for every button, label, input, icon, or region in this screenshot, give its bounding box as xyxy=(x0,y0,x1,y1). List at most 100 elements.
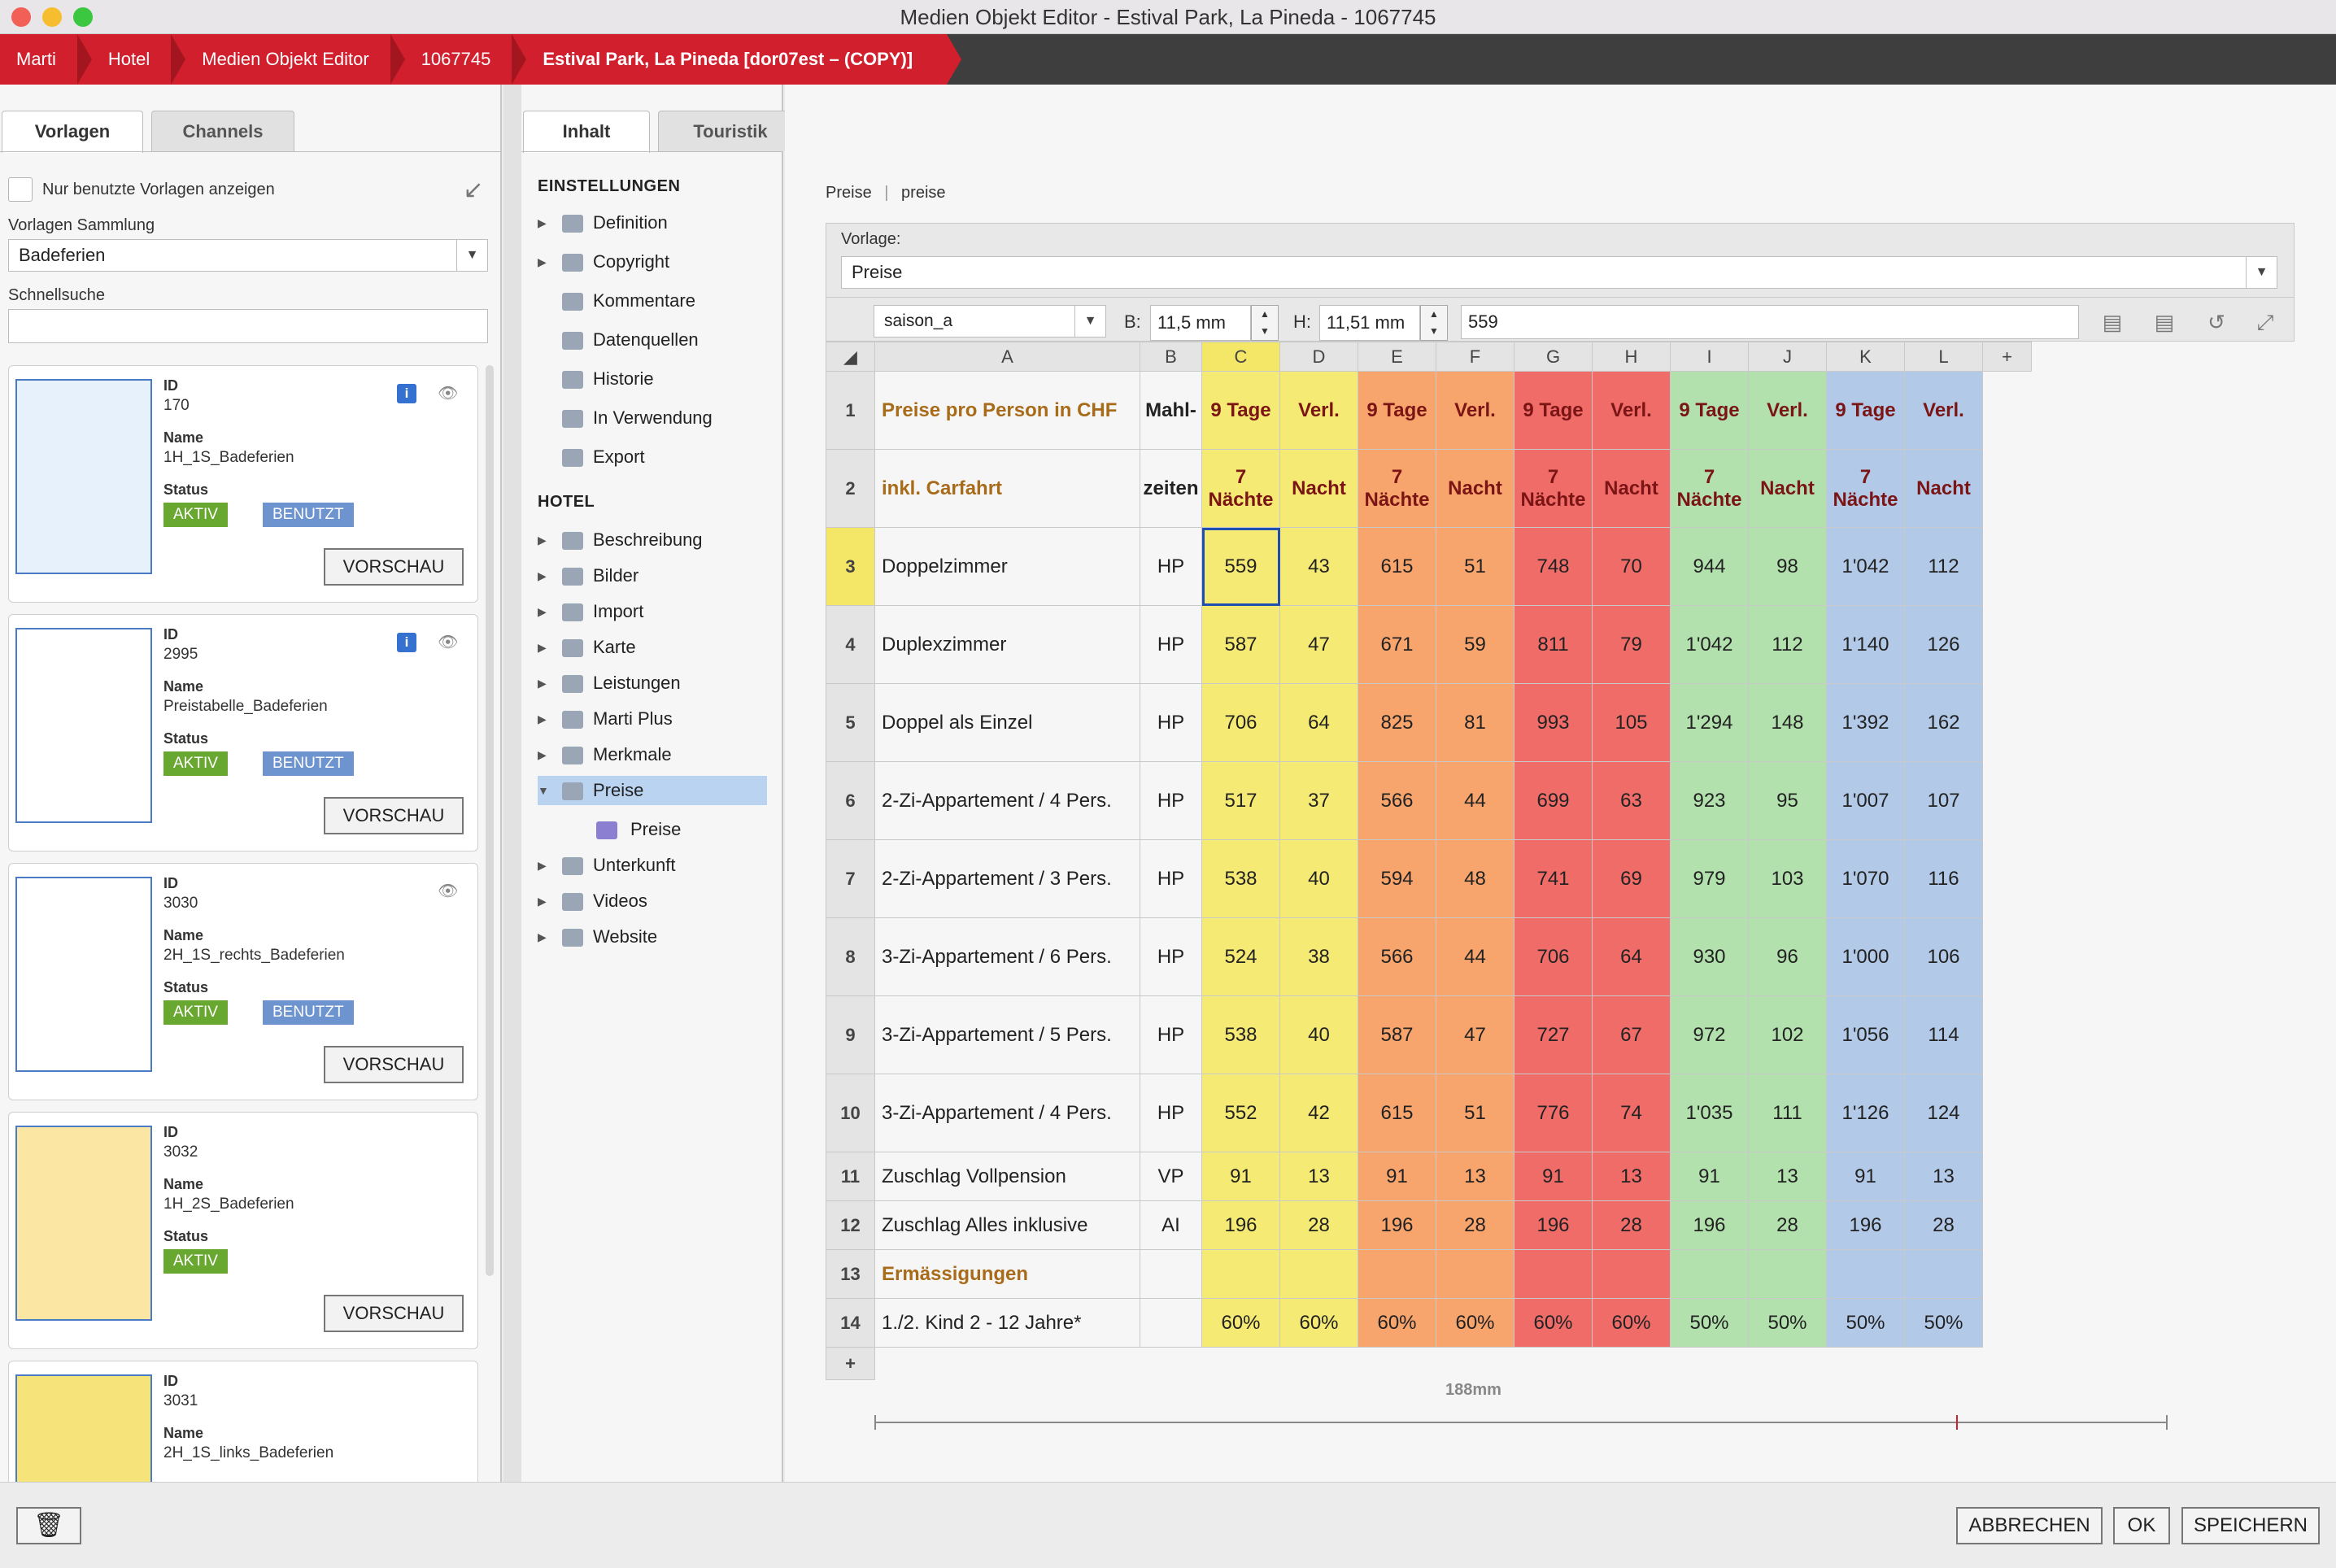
grid-cell[interactable]: Verl. xyxy=(1436,371,1514,450)
expand-icon[interactable]: ▶ xyxy=(538,525,549,555)
grid-cell[interactable]: 148 xyxy=(1748,683,1827,762)
expand-icon[interactable]: ▶ xyxy=(538,561,549,590)
grid-cell[interactable]: HP xyxy=(1140,605,1202,684)
close-window-button[interactable] xyxy=(11,7,31,27)
grid-cell[interactable]: VP xyxy=(1140,1152,1202,1201)
expanded-icon[interactable]: ▼ xyxy=(538,776,549,805)
grid-cell[interactable]: 60% xyxy=(1358,1298,1436,1348)
grid-cell[interactable]: 944 xyxy=(1670,527,1749,606)
grid-cell[interactable]: 776 xyxy=(1514,1074,1593,1152)
grid-cell[interactable]: 615 xyxy=(1358,1074,1436,1152)
tab-channels[interactable]: Channels xyxy=(151,111,294,151)
grid-cell[interactable]: 706 xyxy=(1514,917,1593,996)
column-header[interactable]: C xyxy=(1201,342,1280,372)
row-header[interactable]: 7 xyxy=(826,839,875,918)
height-stepper[interactable]: ▲ ▼ xyxy=(1420,305,1448,341)
xls-export-icon[interactable]: ▤ xyxy=(2097,307,2128,338)
grid-cell[interactable]: 13 xyxy=(1748,1152,1827,1201)
grid-cell[interactable]: 74 xyxy=(1592,1074,1671,1152)
grid-cell[interactable]: 196 xyxy=(1826,1200,1905,1250)
tree-item-copyright[interactable]: ▶ Copyright xyxy=(538,247,767,277)
grid-cell[interactable]: 3-Zi-Appartement / 4 Pers. xyxy=(874,1074,1140,1152)
expand-icon[interactable]: ▶ xyxy=(538,886,549,916)
grid-cell[interactable]: 727 xyxy=(1514,995,1593,1074)
grid-cell[interactable]: 105 xyxy=(1592,683,1671,762)
fullscreen-icon[interactable]: ⤢ xyxy=(2250,307,2281,338)
preview-button[interactable]: VORSCHAU xyxy=(324,1295,464,1332)
column-header[interactable]: H xyxy=(1592,342,1671,372)
tree-item-karte[interactable]: ▶ Karte xyxy=(538,633,767,662)
grid-cell[interactable]: 103 xyxy=(1748,839,1827,918)
grid-cell[interactable]: HP xyxy=(1140,761,1202,840)
grid-cell[interactable]: Verl. xyxy=(1279,371,1358,450)
grid-cell[interactable]: Doppel als Einzel xyxy=(874,683,1140,762)
grid-cell[interactable]: 112 xyxy=(1904,527,1983,606)
grid-cell[interactable]: Nacht xyxy=(1279,449,1358,528)
template-card[interactable]: ID 3032 Name 1H_2S_Badeferien Status AKTIV VOR… xyxy=(8,1112,478,1349)
grid-cell[interactable] xyxy=(1140,1249,1202,1299)
grid-cell[interactable]: 1'392 xyxy=(1826,683,1905,762)
grid-cell[interactable]: 1./2. Kind 2 - 12 Jahre* xyxy=(874,1298,1140,1348)
cancel-button[interactable]: ABBRECHEN xyxy=(1956,1507,2103,1544)
formula-input[interactable]: 559 xyxy=(1461,305,2079,339)
preview-button[interactable]: VORSCHAU xyxy=(324,797,464,834)
grid-cell[interactable]: 1'294 xyxy=(1670,683,1749,762)
grid-cell[interactable]: HP xyxy=(1140,683,1202,762)
column-header[interactable]: L xyxy=(1904,342,1983,372)
row-header[interactable]: 8 xyxy=(826,917,875,996)
grid-cell[interactable]: 91 xyxy=(1201,1152,1280,1201)
grid-cell[interactable]: 2-Zi-Appartement / 4 Pers. xyxy=(874,761,1140,840)
grid-cell[interactable]: 28 xyxy=(1904,1200,1983,1250)
grid-cell[interactable]: 1'042 xyxy=(1670,605,1749,684)
expand-icon[interactable]: ▶ xyxy=(538,851,549,880)
grid-cell[interactable] xyxy=(1201,1249,1280,1299)
grid-cell[interactable]: 28 xyxy=(1592,1200,1671,1250)
tree-item-merkmale[interactable]: ▶ Merkmale xyxy=(538,740,767,769)
grid-cell[interactable]: 979 xyxy=(1670,839,1749,918)
grid-cell[interactable]: 50% xyxy=(1904,1298,1983,1348)
expand-icon[interactable]: ▶ xyxy=(538,597,549,626)
grid-cell[interactable]: Duplexzimmer xyxy=(874,605,1140,684)
add-column-button[interactable]: + xyxy=(1982,342,2032,372)
grid-cell[interactable]: 9 Tage xyxy=(1358,371,1436,450)
quicksearch-input[interactable] xyxy=(8,309,488,343)
scrollbar[interactable] xyxy=(486,365,494,1276)
grid-cell[interactable]: 40 xyxy=(1279,995,1358,1074)
info-icon[interactable]: i xyxy=(397,384,416,403)
grid-cell[interactable]: 9 Tage xyxy=(1826,371,1905,450)
expand-icon[interactable]: ▶ xyxy=(538,247,549,277)
expand-icon[interactable]: ▶ xyxy=(538,922,549,952)
grid-cell[interactable]: Verl. xyxy=(1592,371,1671,450)
row-header[interactable]: 4 xyxy=(826,605,875,684)
column-header[interactable]: K xyxy=(1826,342,1905,372)
grid-cell[interactable]: 79 xyxy=(1592,605,1671,684)
breadcrumb-item[interactable]: Medien Objekt Editor xyxy=(184,34,406,85)
tree-item-historie[interactable]: Historie xyxy=(538,364,767,394)
grid-cell[interactable]: 91 xyxy=(1826,1152,1905,1201)
grid-cell[interactable]: 741 xyxy=(1514,839,1593,918)
breadcrumb-item[interactable]: 1067745 xyxy=(403,34,526,85)
grid-cell[interactable]: 44 xyxy=(1436,917,1514,996)
column-header[interactable]: B xyxy=(1140,342,1202,372)
grid-cell[interactable]: 9 Tage xyxy=(1514,371,1593,450)
grid-cell[interactable]: 91 xyxy=(1670,1152,1749,1201)
grid-cell[interactable]: 44 xyxy=(1436,761,1514,840)
grid-cell[interactable]: 91 xyxy=(1514,1152,1593,1201)
add-row-button[interactable]: + xyxy=(826,1347,875,1380)
history-icon[interactable]: ↺ xyxy=(2201,307,2232,338)
grid-cell[interactable]: 28 xyxy=(1279,1200,1358,1250)
grid-cell[interactable]: Nacht xyxy=(1748,449,1827,528)
row-header[interactable]: 12 xyxy=(826,1200,875,1250)
grid-cell[interactable]: 96 xyxy=(1748,917,1827,996)
row-header[interactable]: 2 xyxy=(826,449,875,528)
grid-cell[interactable]: 811 xyxy=(1514,605,1593,684)
preview-button[interactable]: VORSCHAU xyxy=(324,1046,464,1083)
grid-cell[interactable]: 538 xyxy=(1201,995,1280,1074)
grid-cell[interactable]: 594 xyxy=(1358,839,1436,918)
template-card[interactable]: ID 2995 Name Preistabelle_Badeferien Status A… xyxy=(8,614,478,852)
grid-cell[interactable]: 972 xyxy=(1670,995,1749,1074)
grid-cell[interactable]: HP xyxy=(1140,995,1202,1074)
grid-cell[interactable]: 28 xyxy=(1748,1200,1827,1250)
grid-cell[interactable]: 43 xyxy=(1279,527,1358,606)
grid-cell[interactable]: 196 xyxy=(1201,1200,1280,1250)
